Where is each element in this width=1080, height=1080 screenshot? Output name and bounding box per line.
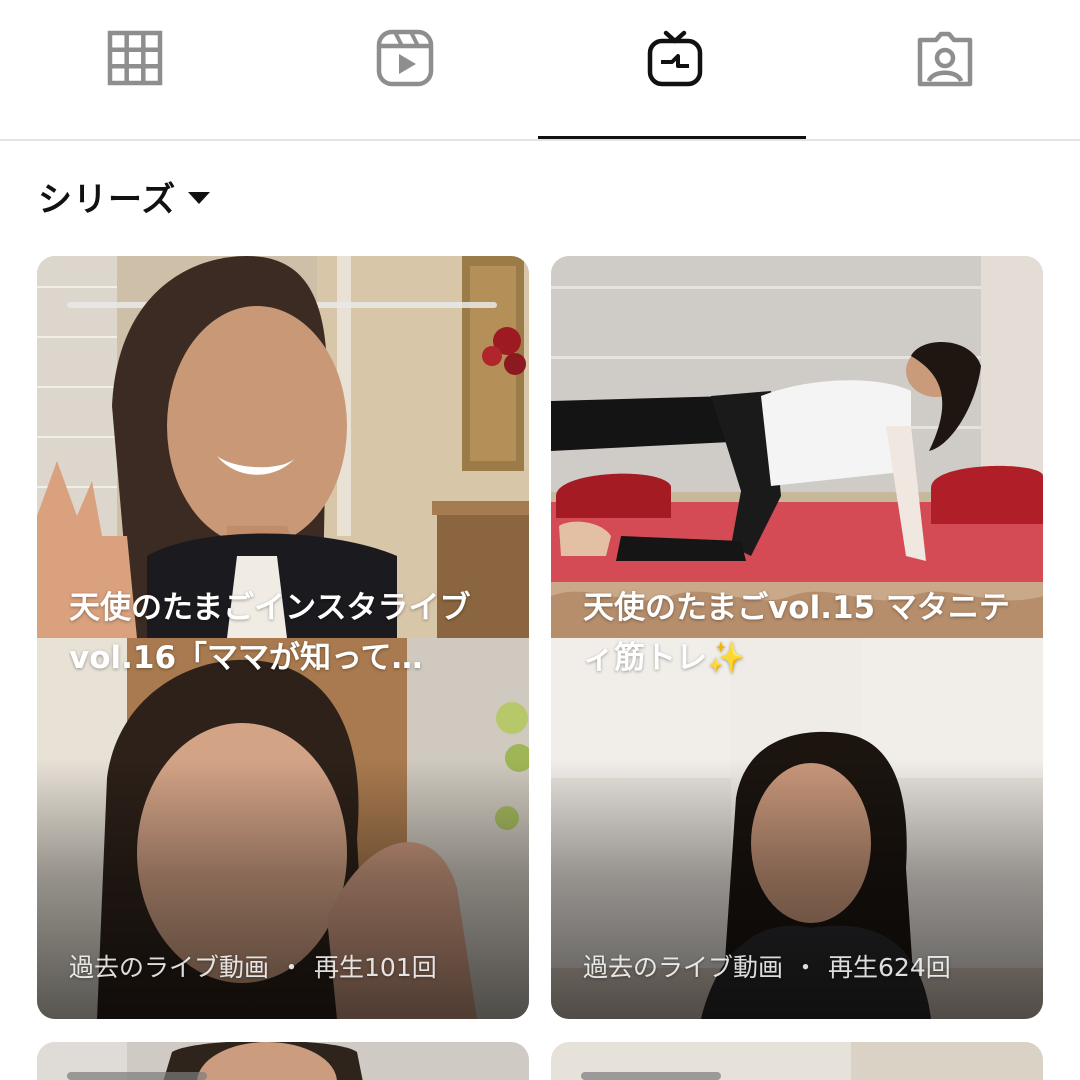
grid-icon <box>107 30 163 85</box>
video-title: 天使のたまごvol.15 マタニティ筋トレ✨ <box>583 590 1010 676</box>
tab-igtv[interactable] <box>540 0 810 141</box>
series-dropdown[interactable]: シリーズ <box>38 172 211 220</box>
tab-tagged[interactable] <box>810 0 1080 141</box>
caret-down-icon <box>188 192 211 204</box>
video-card[interactable]: 天使のたまごインスタライブvol.16「ママが知って… 過去のライブ動画・再生1… <box>37 256 529 1019</box>
video-meta: 過去のライブ動画・再生624回 <box>583 948 1023 984</box>
meta-separator: ・ <box>279 953 305 982</box>
series-label: シリーズ <box>38 179 177 220</box>
video-thumbnail-top <box>551 256 1043 638</box>
profile-tab-bar <box>0 0 1080 141</box>
video-card[interactable] <box>551 1042 1043 1080</box>
tab-reels[interactable] <box>270 0 540 141</box>
video-meta: 過去のライブ動画・再生101回 <box>69 948 509 984</box>
view-count: 再生101回 <box>314 953 437 982</box>
reels-icon <box>376 29 434 86</box>
active-tab-indicator <box>538 136 806 139</box>
tab-grid[interactable] <box>0 0 270 141</box>
igtv-icon <box>647 30 703 86</box>
tagged-person-icon <box>917 31 973 86</box>
video-title: 天使のたまごインスタライブvol.16「ママが知って… <box>69 590 471 676</box>
meta-separator: ・ <box>793 953 819 982</box>
video-thumbnail-top <box>551 1042 1043 1080</box>
video-type: 過去のライブ動画 <box>583 953 784 982</box>
video-thumbnail-top <box>37 1042 529 1080</box>
video-card[interactable]: 天使のたまごvol.15 マタニティ筋トレ✨ 過去のライブ動画・再生624回 <box>551 256 1043 1019</box>
video-type: 過去のライブ動画 <box>69 953 270 982</box>
video-card[interactable] <box>37 1042 529 1080</box>
video-thumbnail-top <box>37 256 529 638</box>
view-count: 再生624回 <box>828 953 951 982</box>
